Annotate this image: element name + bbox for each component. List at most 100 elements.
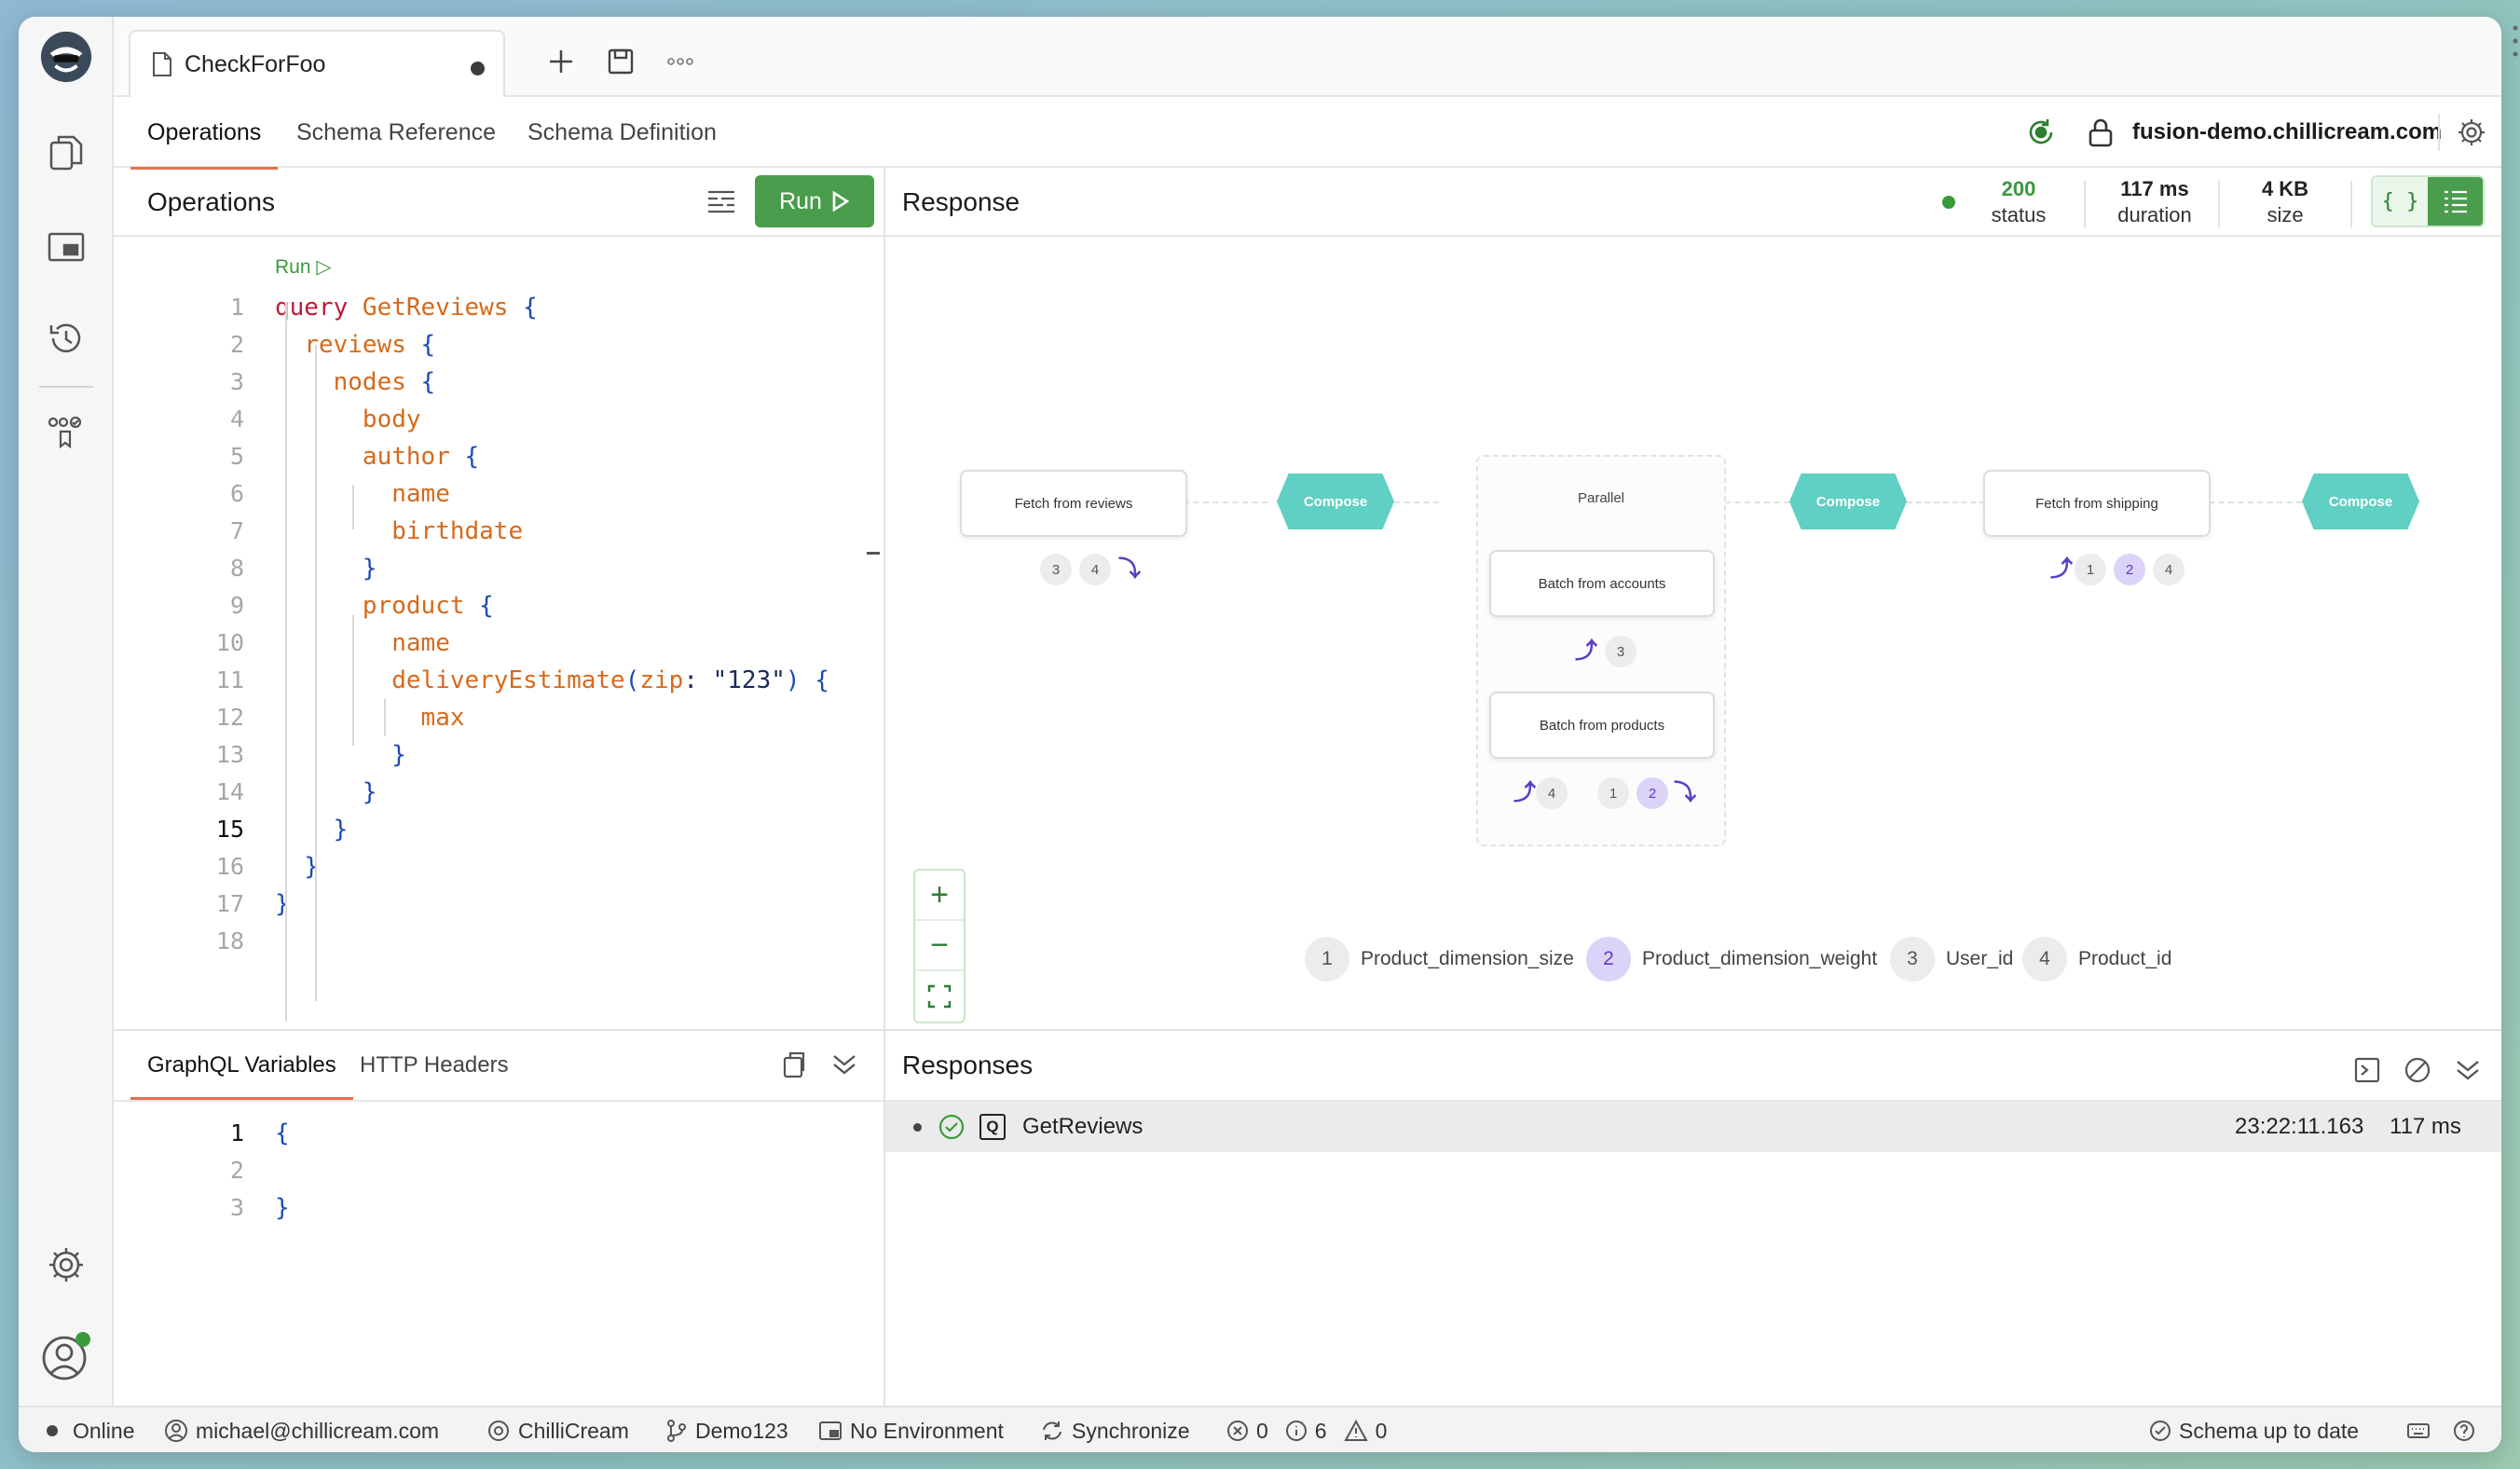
zoom-out-icon[interactable]: − (915, 921, 964, 971)
tab-graphql-variables[interactable]: GraphQL Variables (130, 1031, 353, 1100)
workspace-status[interactable]: ChilliCream (486, 1407, 629, 1452)
plan-node-compose[interactable]: Compose (2302, 474, 2419, 529)
variables-line[interactable]: 1{ (114, 1115, 878, 1152)
branch-status[interactable]: Demo123 (665, 1407, 788, 1452)
code-line[interactable]: 1 query GetReviews { (114, 289, 878, 326)
help-icon[interactable] (2453, 1407, 2475, 1452)
code-line[interactable]: 8 } (114, 550, 878, 587)
code-line[interactable]: 18 (114, 923, 878, 960)
code-line[interactable]: 4 body (114, 401, 878, 438)
code-line[interactable]: 6 name (114, 475, 878, 513)
keyboard-shortcuts-icon[interactable] (2406, 1407, 2431, 1452)
code-line[interactable]: 10 name (114, 625, 878, 662)
variables-line[interactable]: 3} (114, 1189, 878, 1227)
plan-node-fetch-shipping[interactable]: Fetch from shipping (1983, 470, 2211, 537)
variables-line[interactable]: 2 (114, 1152, 878, 1189)
code-line[interactable]: 2 reviews { (114, 326, 878, 364)
connection-settings-gear-icon[interactable] (2453, 114, 2490, 151)
code-text: } (275, 1194, 290, 1222)
variables-header-divider (114, 1100, 883, 1102)
info-count: 6 (1314, 1418, 1327, 1443)
code-line[interactable]: 16 } (114, 848, 878, 886)
legend-badge: 3 (1890, 937, 1935, 982)
plan-node-compose[interactable]: Compose (1789, 474, 1907, 529)
connection-refresh-icon[interactable] (2022, 114, 2060, 151)
save-icon[interactable] (602, 43, 639, 80)
line-number: 1 (229, 1119, 244, 1146)
code-token: } (275, 890, 290, 918)
plan-node-fetch-reviews[interactable]: Fetch from reviews (960, 470, 1187, 537)
legend-label: Product_id (2078, 948, 2172, 969)
view-tabs: Operations Schema Reference Schema Defin… (114, 97, 2501, 170)
plan-edge (1907, 501, 1985, 503)
plan-view-icon[interactable] (2428, 177, 2483, 226)
indent-guide (315, 345, 317, 1001)
settings-gear-icon[interactable] (39, 1238, 93, 1292)
response-history-row[interactable]: Q GetReviews 23:22:11.163 117 ms (885, 1102, 2501, 1152)
window-resize-handle[interactable] (2513, 22, 2518, 60)
collapse-responses-icon[interactable] (2449, 1051, 2486, 1089)
code-line[interactable]: 13 } (114, 736, 878, 774)
endpoint-host[interactable]: fusion-demo.chillicream.com (2132, 97, 2442, 168)
code-line[interactable]: 11 deliveryEstimate(zip: "123") { (114, 662, 878, 699)
legend-label: Product_dimension_weight (1642, 948, 1878, 969)
indent-guide (352, 485, 354, 529)
online-status[interactable]: Online (47, 1407, 134, 1452)
schema-status[interactable]: Schema up to date (2149, 1407, 2359, 1452)
json-view-icon[interactable]: { } (2373, 177, 2428, 226)
run-button[interactable]: Run (755, 175, 874, 227)
clear-history-icon[interactable] (2399, 1051, 2436, 1089)
code-line[interactable]: 3 nodes { (114, 364, 878, 401)
environment-status[interactable]: No Environment (818, 1407, 1004, 1452)
terminal-icon[interactable] (2349, 1051, 2386, 1089)
error-icon (1227, 1421, 1248, 1441)
zoom-controls: + − (913, 869, 966, 1023)
line-number: 1 (229, 294, 244, 321)
picture-in-picture-icon[interactable] (39, 220, 93, 274)
tab-schema-reference[interactable]: Schema Reference (296, 97, 496, 168)
tab-operations[interactable]: Operations (130, 97, 279, 170)
documents-icon[interactable] (39, 125, 93, 179)
bookmarks-icon[interactable] (39, 405, 93, 459)
history-icon[interactable] (39, 311, 93, 365)
new-tab-plus-icon[interactable] (542, 43, 580, 80)
account-avatar-icon[interactable] (39, 1329, 93, 1383)
tab-schema-definition[interactable]: Schema Definition (527, 97, 717, 168)
plan-node-compose[interactable]: Compose (1277, 474, 1394, 529)
zoom-in-icon[interactable]: + (915, 871, 964, 921)
code-line[interactable]: 15 } (114, 811, 878, 848)
code-line[interactable]: 5 author { (114, 438, 878, 475)
plan-node-batch-products[interactable]: Batch from products (1489, 692, 1715, 759)
operation-editor[interactable]: Run ▷ 1 query GetReviews {2 reviews {3 no… (114, 237, 880, 1048)
code-line[interactable]: 7 birthdate (114, 513, 878, 550)
app-logo-icon[interactable] (39, 30, 93, 84)
run-codelens[interactable]: Run ▷ (275, 255, 332, 279)
fit-view-icon[interactable] (915, 971, 964, 1022)
code-line[interactable]: 14 } (114, 774, 878, 811)
plan-node-batch-accounts[interactable]: Batch from accounts (1489, 550, 1715, 617)
code-text: name (275, 475, 450, 513)
code-line[interactable]: 17} (114, 886, 878, 923)
check-circle-icon (2150, 1421, 2171, 1441)
more-options-icon[interactable] (662, 43, 699, 80)
error-count: 0 (1256, 1418, 1268, 1443)
user-status[interactable]: michael@chillicream.com (164, 1407, 439, 1452)
prettify-icon[interactable] (703, 183, 740, 220)
problems-summary[interactable]: 0 6 0 (1226, 1407, 1387, 1452)
environment-name: No Environment (850, 1418, 1004, 1443)
code-line[interactable]: 9 product { (114, 587, 878, 625)
document-tab[interactable]: CheckForFoo (129, 30, 505, 97)
query-plan-graph[interactable]: Fetch from reviews 3 4 ⤵ Compose Paralle… (885, 246, 2501, 1029)
code-token: name (391, 480, 450, 508)
code-text: max (275, 699, 465, 736)
collapse-pane-icon[interactable] (826, 1046, 863, 1083)
tab-http-headers[interactable]: HTTP Headers (360, 1031, 509, 1100)
file-icon (151, 51, 173, 77)
synchronize-button[interactable]: Synchronize (1040, 1407, 1190, 1452)
copy-variables-icon[interactable] (775, 1046, 813, 1083)
code-line[interactable]: 12 max (114, 699, 878, 736)
